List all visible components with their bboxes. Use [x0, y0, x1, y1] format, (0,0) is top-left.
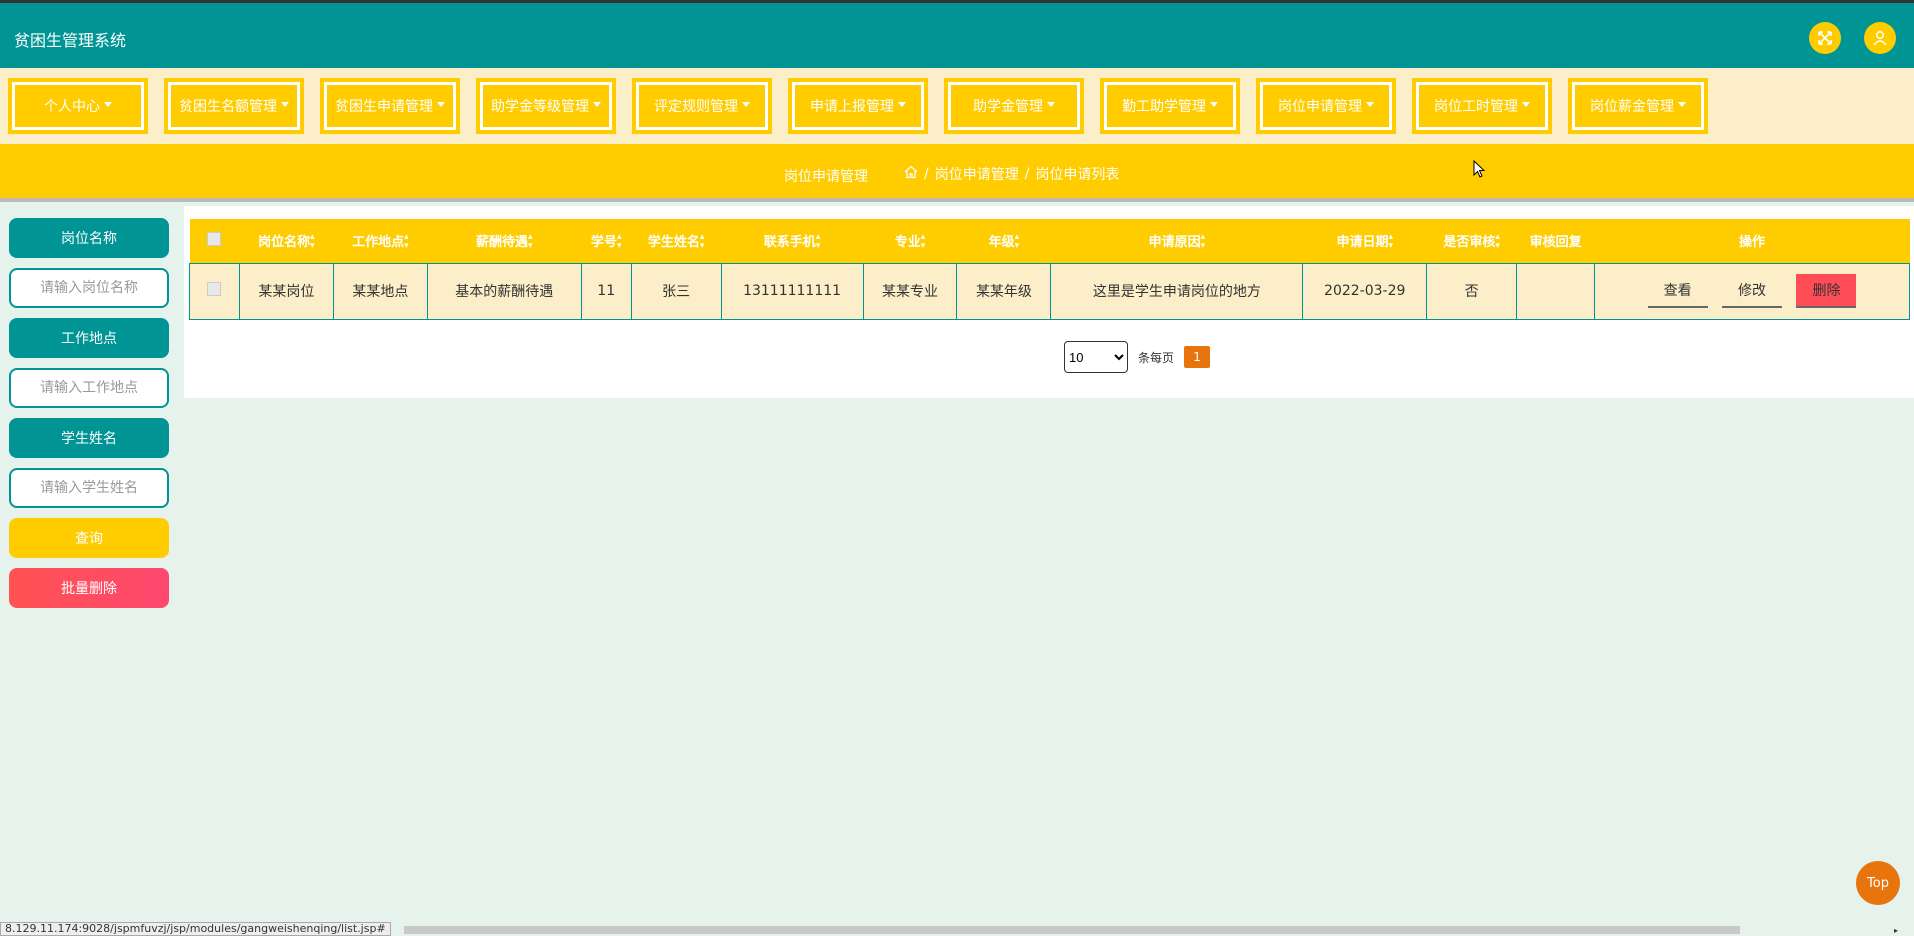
cell-student-name: 张三: [630, 262, 722, 320]
location-label: 工作地点: [9, 318, 169, 358]
cell-student-id: 11: [580, 262, 632, 320]
caret-down-icon: [1678, 101, 1686, 107]
page-number-current[interactable]: 1: [1184, 346, 1211, 368]
sort-icon[interactable]: ▴ ▾: [1201, 233, 1206, 251]
page-title: 岗位申请管理: [784, 169, 868, 185]
cell-location: 某某地点: [332, 262, 428, 320]
batch-delete-button[interactable]: 批量删除: [9, 568, 169, 608]
caret-down-icon: [1047, 101, 1055, 107]
column-header-student-name[interactable]: 学生姓名▴ ▾: [631, 219, 722, 263]
column-header-actions: 操作: [1594, 219, 1910, 263]
job-name-input[interactable]: [9, 268, 169, 308]
job-name-label: 岗位名称: [9, 218, 169, 258]
nav-rules-management[interactable]: 评定规则管理: [632, 78, 772, 134]
column-header-student-id[interactable]: 学号▴ ▾: [581, 219, 632, 263]
breadcrumb-separator: /: [924, 166, 929, 182]
app-title: 贫困生管理系统: [14, 31, 127, 50]
cell-actions: 查看 修改 删除: [1594, 262, 1910, 320]
status-url: 8.129.11.174:9028/jspmfuvzj/jsp/modules/…: [0, 922, 391, 936]
sort-icon[interactable]: ▴ ▾: [921, 233, 926, 251]
student-name-label: 学生姓名: [9, 418, 169, 458]
sort-icon[interactable]: ▴ ▾: [1495, 233, 1500, 251]
caret-down-icon: [1210, 101, 1218, 107]
column-header-reviewed[interactable]: 是否审核▴ ▾: [1426, 219, 1517, 263]
nav-grant-level-management[interactable]: 助学金等级管理: [476, 78, 616, 134]
nav-job-hours-management[interactable]: 岗位工时管理: [1412, 78, 1552, 134]
horizontal-scrollbar[interactable]: [404, 926, 1740, 934]
main-nav: 个人中心 贫困生名额管理 贫困生申请管理 助学金等级管理 评定规则管理 申请上报…: [0, 68, 1914, 144]
nav-report-management[interactable]: 申请上报管理: [788, 78, 928, 134]
breadcrumb: / 岗位申请管理 / 岗位申请列表: [904, 164, 1119, 184]
sort-icon[interactable]: ▴ ▾: [404, 233, 409, 251]
column-header-job-name[interactable]: 岗位名称▴ ▾: [239, 219, 334, 263]
sort-icon[interactable]: ▴ ▾: [816, 233, 821, 251]
caret-down-icon: [593, 101, 601, 107]
view-button[interactable]: 查看: [1647, 274, 1708, 308]
nav-grant-management[interactable]: 助学金管理: [944, 78, 1084, 134]
nav-job-application-management[interactable]: 岗位申请管理: [1256, 78, 1396, 134]
cell-date: 2022-03-29: [1302, 262, 1428, 320]
sort-icon[interactable]: ▴ ▾: [700, 233, 705, 251]
sort-icon[interactable]: ▴ ▾: [528, 233, 533, 251]
caret-down-icon: [1522, 101, 1530, 107]
query-button[interactable]: 查询: [9, 518, 169, 558]
column-header-date[interactable]: 申请日期▴ ▾: [1302, 219, 1427, 263]
column-header-reason[interactable]: 申请原因▴ ▾: [1050, 219, 1303, 263]
column-header-phone[interactable]: 联系手机▴ ▾: [721, 219, 864, 263]
scroll-right-icon[interactable]: ▸: [1894, 926, 1898, 935]
nav-work-study-management[interactable]: 勤工助学管理: [1100, 78, 1240, 134]
cell-phone: 13111111111: [720, 262, 864, 320]
caret-down-icon: [104, 101, 112, 107]
caret-down-icon: [1366, 101, 1374, 107]
cell-salary: 基本的薪酬待遇: [426, 262, 582, 320]
caret-down-icon: [898, 101, 906, 107]
nav-job-salary-management[interactable]: 岗位薪金管理: [1568, 78, 1708, 134]
table-header-row: 岗位名称▴ ▾ 工作地点▴ ▾ 薪酬待遇▴ ▾ 学号▴ ▾ 学生姓名▴ ▾ 联系手机▴ ▾ …: [189, 219, 1910, 263]
edit-button[interactable]: 修改: [1722, 274, 1783, 308]
caret-down-icon: [281, 101, 289, 107]
column-header-location[interactable]: 工作地点▴ ▾: [333, 219, 428, 263]
delete-button[interactable]: 删除: [1796, 274, 1857, 308]
home-icon[interactable]: [904, 165, 918, 183]
select-all-checkbox[interactable]: [189, 219, 240, 263]
data-table: 岗位名称▴ ▾ 工作地点▴ ▾ 薪酬待遇▴ ▾ 学号▴ ▾ 学生姓名▴ ▾ 联系手机▴ ▾ …: [189, 219, 1910, 320]
cell-reason: 这里是学生申请岗位的地方: [1050, 262, 1304, 320]
page-size-select[interactable]: 10: [1064, 341, 1128, 373]
cell-grade: 某某年级: [956, 262, 1052, 320]
sort-icon[interactable]: ▴ ▾: [1388, 233, 1393, 251]
sort-icon[interactable]: ▴ ▾: [617, 233, 622, 251]
top-header: 贫困生管理系统: [0, 0, 1914, 68]
breadcrumb-separator: /: [1024, 166, 1030, 182]
nav-personal-center[interactable]: 个人中心: [8, 78, 148, 134]
row-checkbox[interactable]: [189, 262, 240, 320]
user-icon[interactable]: [1864, 22, 1896, 54]
pagination: 10 条每页 1: [1064, 341, 1211, 373]
search-sidebar: 岗位名称 工作地点 学生姓名 查询 批量删除: [9, 218, 169, 618]
sort-icon[interactable]: ▴ ▾: [310, 233, 315, 251]
column-header-major[interactable]: 专业▴ ▾: [863, 219, 957, 263]
cell-major: 某某专业: [862, 262, 958, 320]
nav-application-management[interactable]: 贫困生申请管理: [320, 78, 460, 134]
location-input[interactable]: [9, 368, 169, 408]
table-row: 某某岗位 某某地点 基本的薪酬待遇 11 张三 13111111111 某某专业…: [189, 262, 1910, 320]
caret-down-icon: [437, 101, 445, 107]
column-header-grade[interactable]: 年级▴ ▾: [956, 219, 1051, 263]
cell-reply: [1516, 262, 1596, 320]
sort-icon[interactable]: ▴ ▾: [1015, 233, 1020, 251]
cell-job-name: 某某岗位: [238, 262, 334, 320]
breadcrumb-item-module[interactable]: 岗位申请管理: [935, 164, 1019, 184]
mouse-cursor-icon: [1473, 159, 1486, 182]
back-to-top-button[interactable]: Top: [1856, 861, 1900, 905]
breadcrumb-item-list: 岗位申请列表: [1035, 167, 1120, 183]
cell-reviewed: 否: [1426, 262, 1518, 320]
nav-quota-management[interactable]: 贫困生名额管理: [164, 78, 304, 134]
caret-down-icon: [742, 101, 750, 107]
column-header-reply: 审核回复: [1516, 219, 1595, 263]
column-header-salary[interactable]: 薪酬待遇▴ ▾: [427, 219, 582, 263]
per-page-label: 条每页: [1138, 350, 1175, 365]
student-name-input[interactable]: [9, 468, 169, 508]
fullscreen-icon[interactable]: [1809, 22, 1841, 54]
breadcrumb-bar: 岗位申请管理 / 岗位申请管理 / 岗位申请列表: [0, 144, 1914, 202]
